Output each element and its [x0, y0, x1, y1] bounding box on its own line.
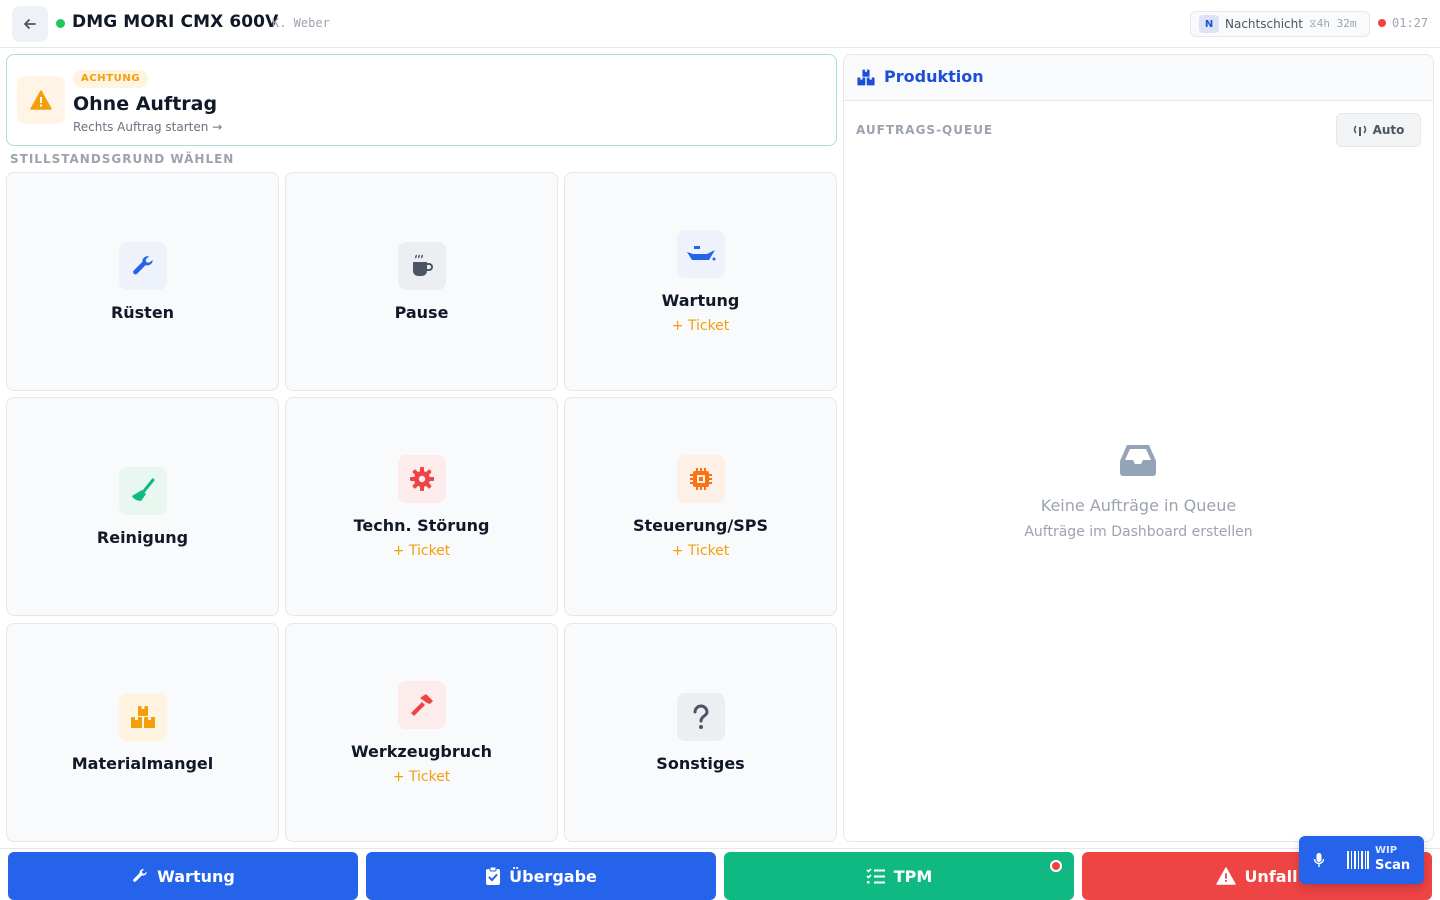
coffee-icon: [397, 241, 446, 290]
no-order-warning: ACHTUNG Ohne Auftrag Rechts Auftrag star…: [6, 54, 837, 146]
back-button[interactable]: [12, 6, 48, 42]
reason-tile-ruesten[interactable]: Rüsten: [6, 172, 279, 391]
shift-name: Nachtschicht: [1225, 17, 1303, 31]
reason-tile-wartung[interactable]: Wartung + Ticket: [564, 172, 837, 391]
wrench-icon: [133, 869, 147, 882]
antenna-icon: [1353, 125, 1366, 136]
reason-label: Werkzeugbruch: [350, 741, 493, 761]
production-panel-header: Produktion: [844, 55, 1433, 101]
boxes-icon: [857, 69, 875, 86]
empty-queue-title: Keine Aufträge in Queue: [1040, 496, 1237, 515]
clock: 01:27: [1392, 16, 1429, 30]
shift-indicator[interactable]: N Nachtschicht ⧖4h 32m: [1190, 11, 1370, 37]
queue-label: AUFTRAGS-QUEUE: [856, 123, 994, 137]
oil-can-icon: [676, 229, 725, 278]
reason-tile-steuerung[interactable]: Steuerung/SPS + Ticket: [564, 397, 837, 616]
reason-ticket-hint: + Ticket: [392, 768, 451, 785]
microphone-icon[interactable]: [1313, 852, 1325, 868]
reason-label: Reinigung: [96, 527, 189, 547]
scan-label: Scan: [1375, 858, 1411, 873]
production-panel-title: Produktion: [884, 67, 984, 86]
reason-tile-pause[interactable]: Pause: [285, 172, 558, 391]
question-icon: [676, 692, 725, 741]
bottom-action-bar: Wartung Übergabe TPM Unfall: [0, 848, 1440, 900]
warning-triangle-icon: [30, 90, 52, 110]
reason-tile-stoerung[interactable]: Techn. Störung + Ticket: [285, 397, 558, 616]
reason-ticket-hint: + Ticket: [392, 542, 451, 559]
tpm-button[interactable]: TPM: [724, 852, 1074, 900]
warning-icon-box: [17, 76, 65, 124]
reason-section-label: STILLSTANDSGRUND WÄHLEN: [10, 152, 235, 166]
wip-label: WIP: [1375, 845, 1398, 856]
reason-label: Techn. Störung: [353, 515, 490, 535]
uebergabe-button[interactable]: Übergabe: [366, 852, 716, 900]
barcode-icon: [1347, 851, 1369, 869]
operator-name: K. Weber: [272, 16, 330, 30]
reason-label: Steuerung/SPS: [632, 515, 768, 535]
auto-mode-label: Auto: [1372, 123, 1405, 137]
reason-ticket-hint: + Ticket: [671, 317, 730, 334]
top-bar: DMG MORI CMX 600V K. Weber N Nachtschich…: [0, 0, 1440, 48]
uebergabe-button-label: Übergabe: [509, 866, 597, 886]
boxes-icon: [118, 692, 167, 741]
warning-badge: ACHTUNG: [73, 70, 149, 88]
machine-title: DMG MORI CMX 600V: [72, 12, 279, 32]
warning-triangle-icon: [1216, 867, 1237, 885]
arrow-left-icon: [24, 19, 36, 29]
auto-mode-button[interactable]: Auto: [1336, 113, 1421, 147]
inbox-icon: [1120, 445, 1156, 476]
wip-scan-widget[interactable]: WIP Scan: [1299, 836, 1424, 884]
reason-label: Materialmangel: [71, 753, 214, 773]
recording-dot: [1378, 19, 1386, 27]
reason-label: Sonstiges: [656, 753, 745, 773]
reason-tile-sonstiges[interactable]: Sonstiges: [564, 623, 837, 842]
empty-queue-subtitle: Aufträge im Dashboard erstellen: [1024, 524, 1253, 540]
tpm-notification-dot: [1050, 860, 1062, 872]
shift-badge: N: [1199, 15, 1219, 33]
shift-remaining-time: ⧖4h 32m: [1309, 17, 1357, 30]
production-panel: Produktion AUFTRAGS-QUEUE Auto Keine Auf…: [843, 54, 1434, 842]
warning-title: Ohne Auftrag: [73, 93, 218, 115]
reason-label: Pause: [394, 302, 449, 322]
reason-tile-materialmangel[interactable]: Materialmangel: [6, 623, 279, 842]
checklist-icon: [866, 868, 885, 884]
chip-icon: [676, 454, 725, 503]
warning-subtitle: Rechts Auftrag starten →: [73, 120, 223, 134]
reason-label: Rüsten: [110, 302, 175, 322]
machine-status-dot: [56, 19, 65, 28]
clipboard-check-icon: [486, 866, 501, 885]
reason-tile-reinigung[interactable]: Reinigung: [6, 397, 279, 616]
broom-icon: [118, 466, 167, 515]
reason-label: Wartung: [661, 290, 740, 310]
reason-ticket-hint: + Ticket: [671, 542, 730, 559]
unfall-button-label: Unfall: [1244, 866, 1298, 886]
wartung-button[interactable]: Wartung: [8, 852, 358, 900]
gear-icon: [397, 454, 446, 503]
wartung-button-label: Wartung: [157, 866, 235, 886]
hammer-icon: [397, 680, 446, 729]
wrench-icon: [118, 241, 167, 290]
tpm-button-label: TPM: [893, 866, 933, 886]
reason-tile-werkzeugbruch[interactable]: Werkzeugbruch + Ticket: [285, 623, 558, 842]
